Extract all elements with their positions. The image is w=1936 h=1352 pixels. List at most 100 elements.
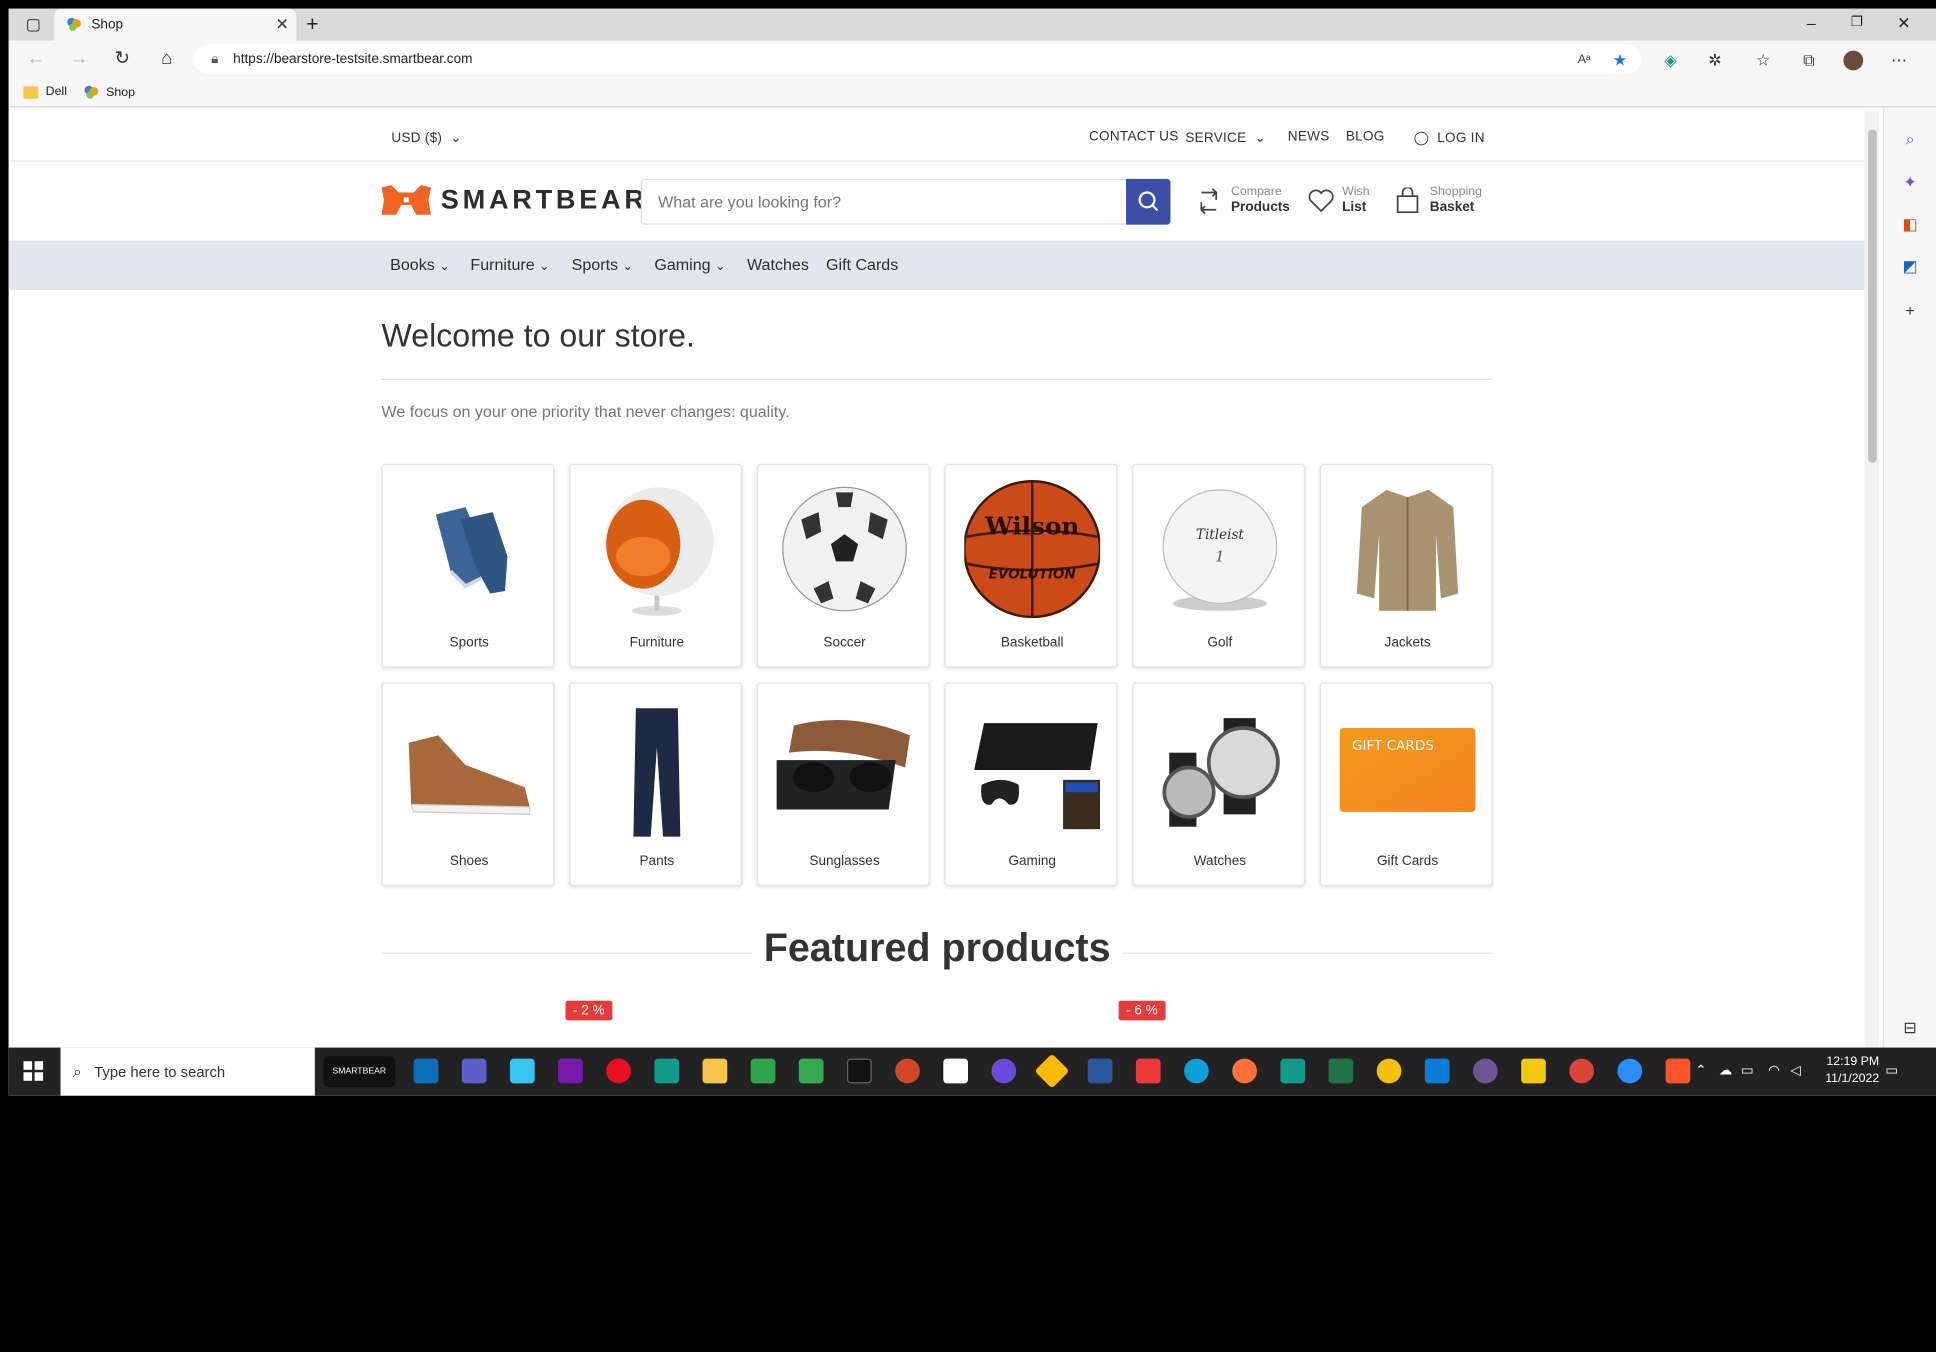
home-icon[interactable]: ⌂ (154, 48, 179, 70)
category-card-sunglasses[interactable]: Sunglasses (756, 682, 930, 886)
login-link[interactable]: ◯ LOG IN (1414, 130, 1485, 146)
zoom-app-icon[interactable] (1617, 1058, 1643, 1084)
battery-icon[interactable]: ▭ (1741, 1062, 1754, 1079)
file-explorer-icon[interactable] (702, 1058, 728, 1084)
edge-app-icon[interactable] (1184, 1058, 1209, 1084)
taskbar-smartbear[interactable]: SMARTBEAR (323, 1056, 396, 1088)
tagline: We focus on your one priority that never… (381, 402, 790, 421)
excel-app-icon[interactable] (1328, 1058, 1354, 1084)
category-card-watches[interactable]: Watches (1132, 682, 1306, 886)
app-icon[interactable] (943, 1058, 969, 1084)
category-card-furniture[interactable]: Furniture (569, 463, 743, 668)
sidebar-settings-icon[interactable]: ⊟ (1900, 1018, 1920, 1038)
category-card-gift-cards[interactable]: GIFT CARDS Gift Cards (1319, 682, 1493, 886)
news-link[interactable]: NEWS (1288, 130, 1330, 145)
tab-shop[interactable]: Shop ✕ (54, 8, 297, 41)
more-options-icon[interactable]: ⋯ (1889, 51, 1909, 71)
notifications-icon[interactable]: ▭ (1885, 1062, 1898, 1079)
scroll-thumb[interactable] (1868, 129, 1877, 463)
category-card-shoes[interactable]: Shoes (381, 682, 555, 886)
wishlist-link[interactable]: Wish List (1308, 185, 1370, 216)
bookmark-dell[interactable]: Dell (23, 85, 67, 99)
app-icon[interactable] (1521, 1058, 1546, 1084)
bookmark-shop[interactable]: Shop (84, 85, 135, 100)
app-icon[interactable] (1376, 1058, 1402, 1084)
menu-furniture[interactable]: Furniture ⌄ (470, 255, 549, 274)
firefox-app-icon[interactable] (1232, 1058, 1257, 1084)
forward-icon[interactable]: → (67, 48, 92, 70)
volume-icon[interactable]: ◁ (1790, 1062, 1800, 1079)
category-card-soccer[interactable]: Soccer (756, 463, 930, 668)
category-card-sports[interactable]: Sports (381, 463, 555, 668)
favorites-icon[interactable]: ☆ (1753, 51, 1773, 71)
tray-expand-icon[interactable]: ⌃ (1695, 1062, 1706, 1079)
page-scrollbar[interactable] (1864, 111, 1880, 1048)
category-card-jackets[interactable]: Jackets (1319, 463, 1493, 668)
discover-icon[interactable]: ✦ (1900, 173, 1920, 193)
window-close-icon[interactable]: ✕ (1892, 14, 1917, 34)
menu-gift-cards[interactable]: Gift Cards (826, 255, 898, 274)
new-tab-icon[interactable]: + (303, 14, 323, 35)
url-field[interactable]: 🔒︎ https://bearstore-testsite.smartbear.… (193, 44, 1641, 75)
extension-icon[interactable]: ◈ (1661, 51, 1681, 71)
slack-app-icon[interactable] (509, 1058, 535, 1084)
terminal-app-icon[interactable] (847, 1058, 872, 1084)
app-icon[interactable] (1280, 1058, 1306, 1084)
taskbar-search[interactable]: ⌕ Type here to search (60, 1047, 315, 1096)
refresh-icon[interactable]: ↻ (110, 48, 135, 70)
category-card-golf[interactable]: Titleist 1 Golf (1132, 463, 1306, 668)
contact-link[interactable]: CONTACT US (1089, 130, 1179, 145)
category-card-gaming[interactable]: Gaming (944, 682, 1118, 886)
currency-selector[interactable]: USD ($) ⌄ (391, 130, 461, 146)
app-icon[interactable] (654, 1058, 680, 1084)
bookmark-label: Shop (106, 85, 136, 100)
onedrive-icon[interactable]: ☁ (1719, 1062, 1733, 1079)
tab-actions-icon[interactable]: ▢ (23, 15, 43, 35)
menu-gaming[interactable]: Gaming ⌄ (654, 255, 725, 274)
outlook-icon[interactable]: ◩ (1900, 257, 1920, 277)
outlook-app-icon[interactable] (413, 1058, 439, 1084)
onenote-app-icon[interactable] (558, 1058, 583, 1084)
wifi-icon[interactable]: ◠ (1768, 1062, 1780, 1079)
category-card-basketball[interactable]: Wilson EVOLUTION Basketball (944, 463, 1118, 668)
close-tab-icon[interactable]: ✕ (275, 15, 288, 35)
menu-books[interactable]: Books ⌄ (390, 255, 449, 274)
extensions-puzzle-icon[interactable]: ✲ (1705, 51, 1725, 71)
vivaldi-app-icon[interactable] (1135, 1058, 1161, 1084)
app-icon[interactable] (798, 1058, 824, 1084)
opera-app-icon[interactable] (606, 1058, 631, 1084)
app-icon[interactable] (991, 1058, 1017, 1084)
back-icon[interactable]: ← (23, 48, 48, 70)
profile-avatar[interactable] (1843, 50, 1864, 71)
blog-link[interactable]: BLOG (1346, 130, 1385, 145)
collections-icon[interactable]: ⧉ (1799, 51, 1819, 71)
chrome-app-icon[interactable] (1569, 1058, 1594, 1084)
search-icon[interactable]: ⌕ (1900, 130, 1920, 150)
powershell-app-icon[interactable] (1424, 1058, 1450, 1084)
windows-start-icon[interactable] (23, 1061, 44, 1081)
service-menu[interactable]: SERVICE ⌄ (1185, 130, 1266, 146)
system-clock[interactable]: 12:19 PM 11/1/2022 (1825, 1054, 1879, 1089)
add-icon[interactable]: + (1900, 301, 1920, 321)
compare-products-link[interactable]: Compare Products (1196, 185, 1290, 216)
restore-icon[interactable]: ❐ (1845, 14, 1870, 30)
brave-app-icon[interactable] (1665, 1058, 1691, 1084)
favorite-star-icon[interactable]: ★ (1610, 51, 1630, 71)
menu-sports[interactable]: Sports ⌄ (572, 255, 633, 274)
office-icon[interactable]: ◧ (1900, 215, 1920, 235)
read-aloud-icon[interactable]: Aᵃ (1574, 51, 1594, 71)
search-icon: ⌕ (72, 1061, 82, 1081)
smartbear-logo[interactable]: SMARTBEAR (379, 183, 648, 218)
word-app-icon[interactable] (1087, 1058, 1113, 1084)
github-app-icon[interactable] (1472, 1058, 1498, 1084)
minimize-icon[interactable]: – (1799, 14, 1824, 33)
search-button[interactable] (1126, 178, 1171, 225)
menu-watches[interactable]: Watches (747, 255, 809, 274)
teams-app-icon[interactable] (461, 1058, 487, 1084)
powerpoint-app-icon[interactable] (895, 1058, 920, 1084)
basket-link[interactable]: Shopping Basket (1395, 185, 1482, 216)
search-input[interactable] (643, 181, 1125, 223)
category-card-pants[interactable]: Pants (569, 682, 743, 886)
app-icon[interactable] (750, 1058, 776, 1084)
app-icon[interactable] (1034, 1053, 1070, 1089)
